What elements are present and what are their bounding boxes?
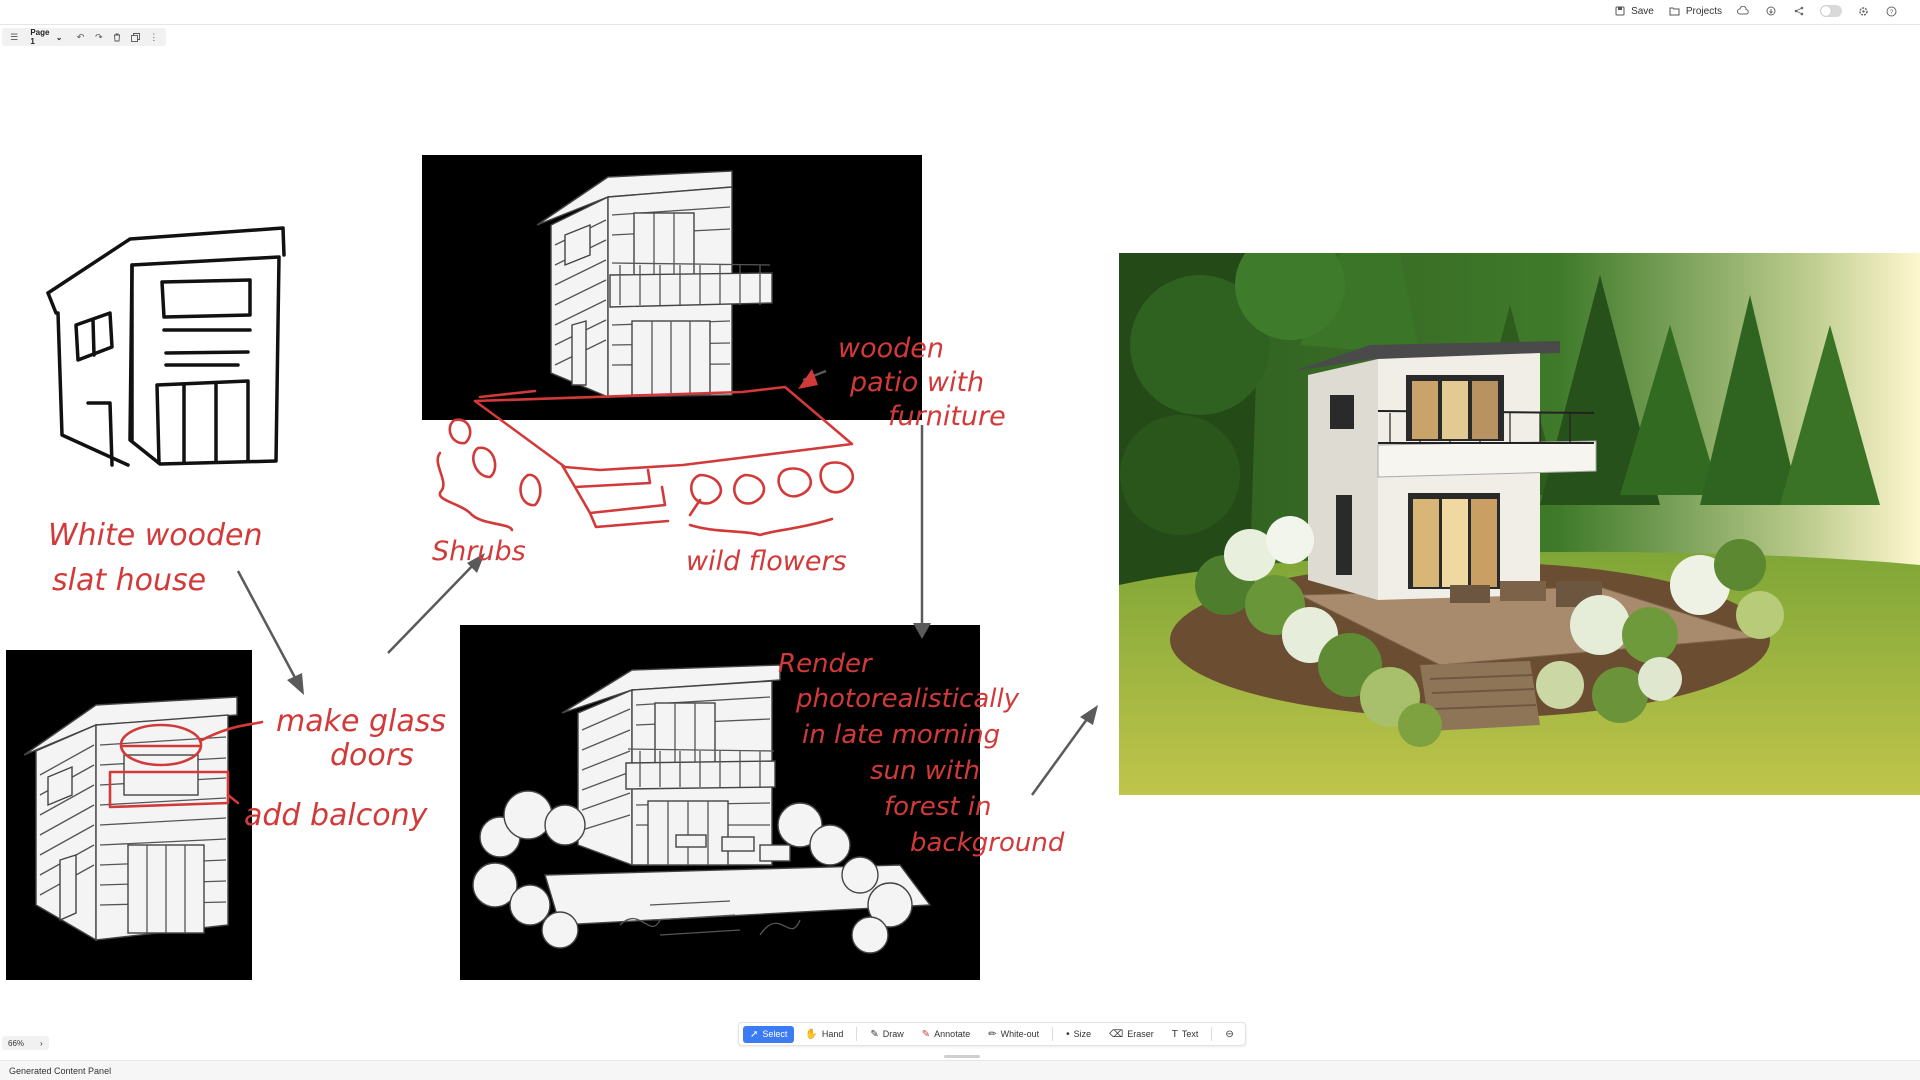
cloud-upload-icon[interactable] xyxy=(1736,4,1750,18)
toolbar-divider xyxy=(856,1027,858,1041)
projects-button[interactable]: Projects xyxy=(1668,4,1722,18)
note-patio-with: patio with xyxy=(849,367,984,398)
note-furniture: furniture xyxy=(888,401,1006,432)
drawing-toolbar: ➚ Select ✋ Hand ✎ Draw ✎ Annotate ✏ Whit… xyxy=(738,1022,1246,1046)
link-tool-button[interactable]: ⊖ xyxy=(1218,1026,1240,1043)
note-shrubs: Shrubs xyxy=(432,536,526,567)
help-icon[interactable]: ? xyxy=(1884,4,1898,18)
chevron-right-icon[interactable]: › xyxy=(40,1039,43,1048)
panel-title: Generated Content Panel xyxy=(9,1065,112,1076)
settings-icon[interactable] xyxy=(1856,4,1870,18)
text-label: Text xyxy=(1181,1029,1199,1039)
pencil-icon: ✏ xyxy=(988,1028,997,1040)
note-background: background xyxy=(910,828,1065,858)
download-icon[interactable] xyxy=(1764,4,1778,18)
mode-toggle[interactable] xyxy=(1820,5,1842,17)
draw-label: Draw xyxy=(882,1029,904,1039)
draw-tool-button[interactable]: ✎ Draw xyxy=(863,1026,910,1043)
note-photorealistically: photorealistically xyxy=(795,684,1020,714)
select-tool-button[interactable]: ➚ Select xyxy=(743,1025,795,1043)
save-button[interactable]: Save xyxy=(1613,4,1654,18)
canvas-artwork: White wooden slat house make glass doors… xyxy=(6,155,1920,980)
top-right-controls: Save Projects ? xyxy=(1613,4,1898,18)
toolbar-divider xyxy=(1211,1027,1213,1041)
drawing-canvas[interactable]: White wooden slat house make glass doors… xyxy=(0,25,1920,1055)
size-tool-button[interactable]: • Size xyxy=(1059,1026,1098,1043)
note-add-balcony: add balcony xyxy=(244,798,429,833)
annotate-tool-button[interactable]: ✎ Annotate xyxy=(915,1026,977,1043)
size-label: Size xyxy=(1073,1029,1092,1039)
note-late-morning: in late morning xyxy=(802,720,1000,750)
hand-tool-button[interactable]: ✋ Hand xyxy=(798,1026,850,1043)
share-icon[interactable] xyxy=(1792,4,1806,18)
eraser-label: Eraser xyxy=(1127,1029,1154,1039)
toolbar-divider xyxy=(1052,1027,1054,1041)
whiteout-tool-button[interactable]: ✏ White-out xyxy=(981,1026,1046,1043)
pen-icon: ✎ xyxy=(870,1028,879,1040)
photorealistic-render[interactable] xyxy=(1119,230,1920,795)
select-label: Select xyxy=(762,1029,788,1039)
eraser-tool-button[interactable]: ⌫ Eraser xyxy=(1102,1026,1161,1043)
note-white-wooden: White wooden xyxy=(48,518,263,553)
text-tool-button[interactable]: T Text xyxy=(1165,1026,1206,1043)
hand-icon: ✋ xyxy=(805,1028,818,1040)
whiteout-label: White-out xyxy=(1000,1029,1040,1039)
note-forest-in: forest in xyxy=(884,792,991,822)
svg-text:?: ? xyxy=(1889,9,1893,16)
zoom-control[interactable]: 66% › xyxy=(2,1036,49,1050)
panel-resize-handle[interactable] xyxy=(944,1055,980,1058)
generated-content-panel[interactable]: Generated Content Panel xyxy=(0,1060,1920,1080)
text-icon: T xyxy=(1171,1028,1178,1040)
save-label: Save xyxy=(1631,5,1654,17)
note-make-glass: make glass xyxy=(276,704,446,739)
folder-icon xyxy=(1668,4,1682,18)
note-sun-with: sun with xyxy=(870,756,980,786)
cursor-icon: ➚ xyxy=(750,1028,759,1040)
save-icon xyxy=(1613,4,1627,18)
top-bar: Save Projects ? xyxy=(0,0,1920,25)
ink-house-sketch xyxy=(46,226,286,467)
eraser-icon: ⌫ xyxy=(1109,1028,1124,1040)
dot-size-icon: • xyxy=(1066,1028,1070,1040)
note-slat-house: slat house xyxy=(52,563,206,598)
projects-label: Projects xyxy=(1685,5,1722,17)
hand-label: Hand xyxy=(821,1029,844,1039)
note-render: Render xyxy=(778,649,874,679)
note-wooden: wooden xyxy=(838,333,944,364)
zoom-level: 66% xyxy=(8,1038,25,1048)
annotate-pen-icon: ✎ xyxy=(921,1028,931,1040)
annotate-label: Annotate xyxy=(934,1029,971,1039)
note-doors: doors xyxy=(330,738,414,773)
link-icon: ⊖ xyxy=(1225,1028,1234,1040)
note-wild-flowers: wild flowers xyxy=(686,546,847,577)
